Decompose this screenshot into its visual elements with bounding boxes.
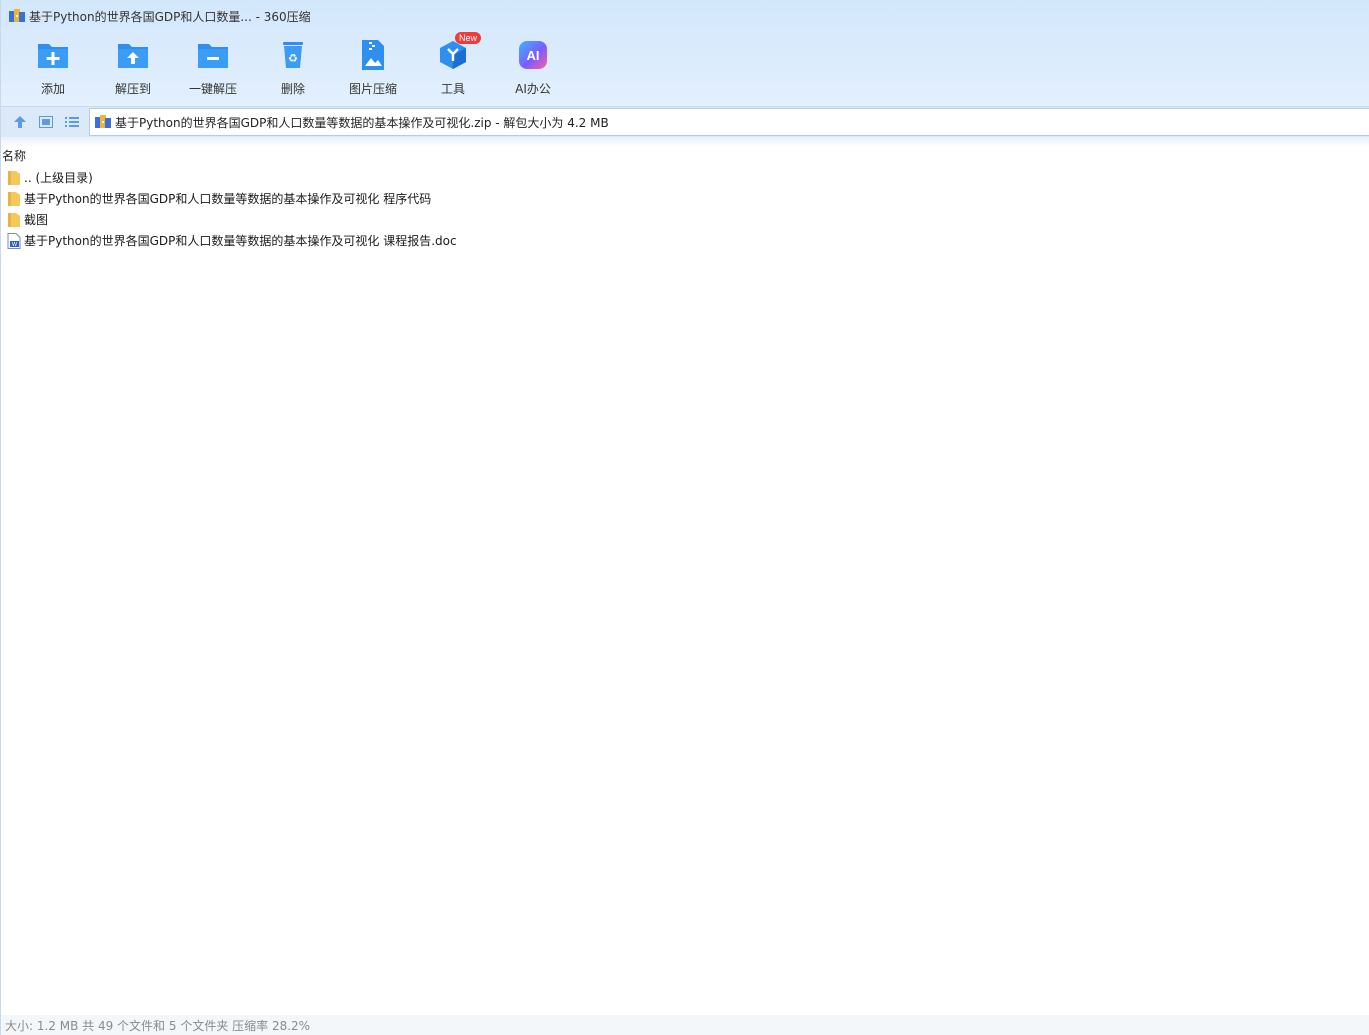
title-bar: 基于Python的世界各国GDP和人口数量... - 360压缩 bbox=[1, 0, 1369, 32]
image-compress-icon bbox=[356, 38, 390, 72]
main-toolbar: 添加 解压到 一键解压 ♻ 删除 图片压缩 New 工具 AI AI办公 bbox=[13, 32, 573, 100]
arrow-up-icon bbox=[14, 116, 26, 128]
address-path: 基于Python的世界各国GDP和人口数量等数据的基本操作及可视化.zip - … bbox=[115, 115, 609, 130]
file-rows: .. (上级目录) 基于Python的世界各国GDP和人口数量等数据的基本操作及… bbox=[6, 167, 457, 251]
ai-office-icon: AI bbox=[516, 38, 550, 72]
list-view-button[interactable] bbox=[63, 113, 81, 131]
list-item-name: 截图 bbox=[24, 213, 49, 227]
zip-file-icon bbox=[95, 114, 111, 130]
extract-to-icon bbox=[116, 38, 150, 72]
thumbnail-view-button[interactable] bbox=[37, 113, 55, 131]
delete-label: 删除 bbox=[280, 82, 305, 96]
word-document-icon: W bbox=[6, 232, 22, 249]
svg-text:♻: ♻ bbox=[288, 52, 298, 65]
folder-icon bbox=[6, 170, 22, 186]
list-item-parent-dir[interactable]: .. (上级目录) bbox=[6, 167, 457, 188]
address-row: 基于Python的世界各国GDP和人口数量等数据的基本操作及可视化.zip - … bbox=[1, 106, 1369, 137]
list-item-name: .. (上级目录) bbox=[24, 171, 93, 185]
folder-icon bbox=[6, 212, 22, 228]
extract-to-button[interactable]: 解压到 bbox=[93, 36, 173, 98]
new-badge: New bbox=[455, 32, 482, 44]
list-item-folder-screenshots[interactable]: 截图 bbox=[6, 209, 457, 230]
ai-office-button[interactable]: AI AI办公 bbox=[493, 36, 573, 98]
list-item-doc-report[interactable]: W 基于Python的世界各国GDP和人口数量等数据的基本操作及可视化 课程报告… bbox=[6, 230, 457, 251]
thumbnail-view-icon bbox=[39, 116, 53, 128]
ai-office-label: AI办公 bbox=[515, 82, 551, 96]
tools-label: 工具 bbox=[440, 82, 465, 96]
file-list: 名称 .. (上级目录) 基于Python的世界各国GDP和人口数量等数据的基本… bbox=[2, 147, 1369, 1015]
image-compress-label: 图片压缩 bbox=[348, 82, 397, 96]
column-header-name[interactable]: 名称 bbox=[2, 147, 26, 165]
app-window: 基于Python的世界各国GDP和人口数量... - 360压缩 添加 解压到 … bbox=[0, 0, 1369, 1035]
list-view-icon bbox=[65, 117, 79, 127]
list-item-name: 基于Python的世界各国GDP和人口数量等数据的基本操作及可视化 课程报告.d… bbox=[24, 234, 457, 248]
svg-text:W: W bbox=[12, 242, 18, 248]
one-click-extract-button[interactable]: 一键解压 bbox=[173, 36, 253, 98]
add-to-archive-icon bbox=[36, 38, 70, 72]
folder-icon bbox=[6, 191, 22, 207]
address-bar[interactable]: 基于Python的世界各国GDP和人口数量等数据的基本操作及可视化.zip - … bbox=[89, 108, 1369, 136]
list-item-name: 基于Python的世界各国GDP和人口数量等数据的基本操作及可视化 程序代码 bbox=[24, 192, 432, 206]
one-click-extract-icon bbox=[196, 38, 230, 72]
add-button[interactable]: 添加 bbox=[13, 36, 93, 98]
image-compress-button[interactable]: 图片压缩 bbox=[333, 36, 413, 98]
delete-button[interactable]: ♻ 删除 bbox=[253, 36, 333, 98]
top-area: 基于Python的世界各国GDP和人口数量... - 360压缩 添加 解压到 … bbox=[1, 0, 1369, 106]
one-click-extract-label: 一键解压 bbox=[188, 82, 237, 96]
window-title: 基于Python的世界各国GDP和人口数量... - 360压缩 bbox=[29, 9, 311, 24]
archive-app-icon bbox=[9, 8, 25, 24]
add-button-label: 添加 bbox=[40, 82, 65, 96]
tools-button[interactable]: New 工具 bbox=[413, 32, 493, 98]
ai-icon-text: AI bbox=[527, 48, 540, 63]
status-bar: 大小: 1.2 MB 共 49 个文件和 5 个文件夹 压缩率 28.2% bbox=[1, 1015, 1369, 1035]
up-level-button[interactable] bbox=[11, 113, 29, 131]
delete-icon: ♻ bbox=[276, 38, 310, 72]
list-item-folder-code[interactable]: 基于Python的世界各国GDP和人口数量等数据的基本操作及可视化 程序代码 bbox=[6, 188, 457, 209]
extract-to-label: 解压到 bbox=[114, 82, 151, 96]
header-separator bbox=[1, 137, 1369, 147]
